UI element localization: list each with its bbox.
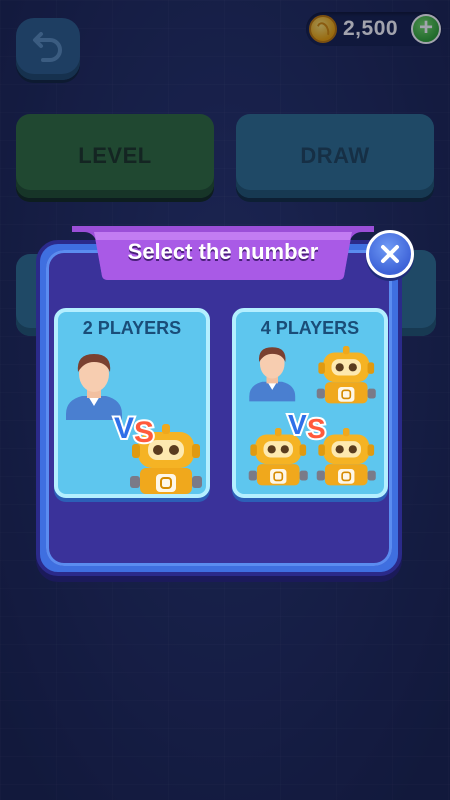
four-players-label: 4 PLAYERS (260, 318, 360, 338)
close-dialog-button[interactable] (366, 230, 414, 278)
dialog-title-banner: Select the number (72, 226, 374, 282)
four-players-art: V V S S (247, 345, 377, 487)
svg-text:V: V (288, 409, 307, 440)
svg-text:S: S (134, 416, 154, 449)
two-players-label: 2 PLAYERS (82, 318, 182, 338)
svg-text:V: V (114, 412, 134, 445)
two-players-art: V V S S (66, 354, 203, 494)
two-players-option[interactable]: 2 PLAYERS V V S S (54, 308, 210, 498)
close-icon (381, 245, 399, 263)
dialog-title: Select the number (127, 239, 319, 264)
svg-text:S: S (307, 413, 326, 444)
four-players-option[interactable]: 4 PLAYERS V V S S (232, 308, 388, 498)
